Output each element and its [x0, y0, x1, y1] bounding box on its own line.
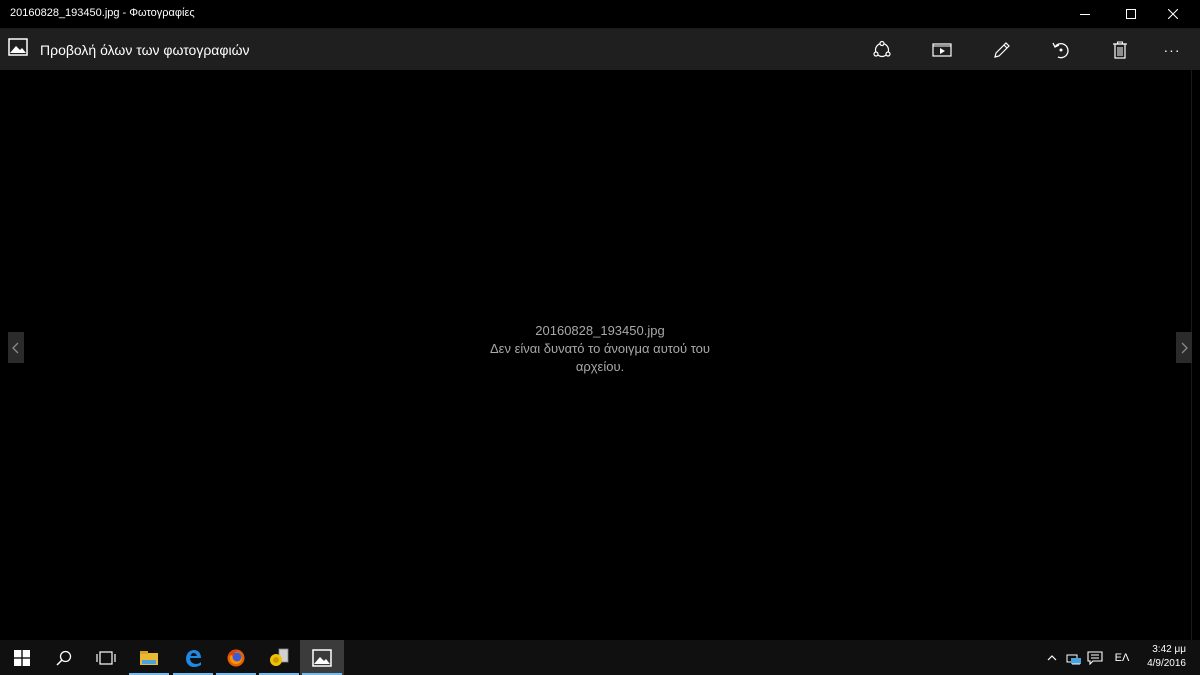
delete-icon [1113, 41, 1127, 59]
close-button[interactable] [1150, 0, 1196, 28]
rotate-button[interactable] [1041, 29, 1081, 70]
edge-icon [186, 649, 201, 667]
edit-icon [994, 41, 1010, 58]
edge-button[interactable] [171, 640, 215, 675]
delete-button[interactable] [1100, 29, 1140, 70]
previous-photo-button[interactable] [8, 332, 24, 363]
next-photo-button[interactable] [1176, 332, 1192, 363]
app-button[interactable] [257, 640, 301, 675]
view-all-photos-label: Προβολή όλων των φωτογραφιών [40, 41, 250, 58]
error-message: 20160828_193450.jpg Δεν είναι δυνατό το … [450, 322, 750, 376]
edit-button[interactable] [982, 29, 1022, 70]
input-language[interactable]: ΕΛ [1110, 640, 1134, 675]
chevron-up-icon [1047, 654, 1057, 660]
scrollbar[interactable] [1191, 70, 1200, 640]
photo-icon [8, 38, 28, 61]
slideshow-icon [932, 42, 952, 57]
firefox-icon [227, 649, 245, 666]
maximize-icon [1126, 9, 1136, 19]
photos-button[interactable] [300, 640, 344, 675]
clock-date: 4/9/2016 [1147, 658, 1186, 669]
maximize-button[interactable] [1108, 0, 1154, 28]
minimize-icon [1080, 14, 1090, 15]
taskbar: ΕΛ 3:42 μμ 4/9/2016 [0, 640, 1200, 675]
chevron-right-icon [1181, 342, 1188, 353]
close-icon [1168, 9, 1178, 19]
start-icon [14, 649, 30, 666]
slideshow-button[interactable] [922, 29, 962, 70]
more-icon: ··· [1163, 41, 1181, 58]
error-text-line1: Δεν είναι δυνατό το άνοιγμα αυτού του [490, 341, 710, 356]
network-button[interactable] [1064, 640, 1084, 675]
error-text-line2: αρχείου. [575, 359, 625, 374]
rotate-icon [1052, 42, 1069, 58]
chevron-left-icon [12, 342, 19, 353]
more-button[interactable]: ··· [1152, 29, 1192, 70]
file-name: 20160828_193450.jpg [535, 323, 665, 338]
app-bar: Προβολή όλων των φωτογραφιών ··· [0, 29, 1200, 70]
photos-icon [312, 648, 332, 667]
action-center-icon [1087, 650, 1103, 665]
network-icon [1066, 654, 1081, 664]
search-button[interactable] [42, 640, 86, 675]
task-view-button[interactable] [84, 640, 128, 675]
minimize-button[interactable] [1062, 0, 1108, 28]
search-icon [56, 650, 72, 666]
clock[interactable]: 3:42 μμ 4/9/2016 [1147, 643, 1186, 671]
show-hidden-icons-button[interactable] [1042, 640, 1062, 675]
file-explorer-button[interactable] [127, 640, 171, 675]
clock-time: 3:42 μμ [1152, 644, 1186, 655]
start-button[interactable] [0, 640, 44, 675]
firefox-button[interactable] [214, 640, 258, 675]
action-center-button[interactable] [1085, 640, 1105, 675]
app-icon [270, 648, 289, 666]
window-title-bar: 20160828_193450.jpg - Φωτογραφίες [0, 0, 1200, 29]
window-title: 20160828_193450.jpg - Φωτογραφίες [10, 7, 195, 19]
view-all-photos-button[interactable]: Προβολή όλων των φωτογραφιών [8, 29, 250, 70]
file-explorer-icon [140, 650, 158, 665]
share-icon [873, 40, 891, 57]
task-view-icon [96, 650, 116, 665]
share-button[interactable] [862, 29, 902, 70]
